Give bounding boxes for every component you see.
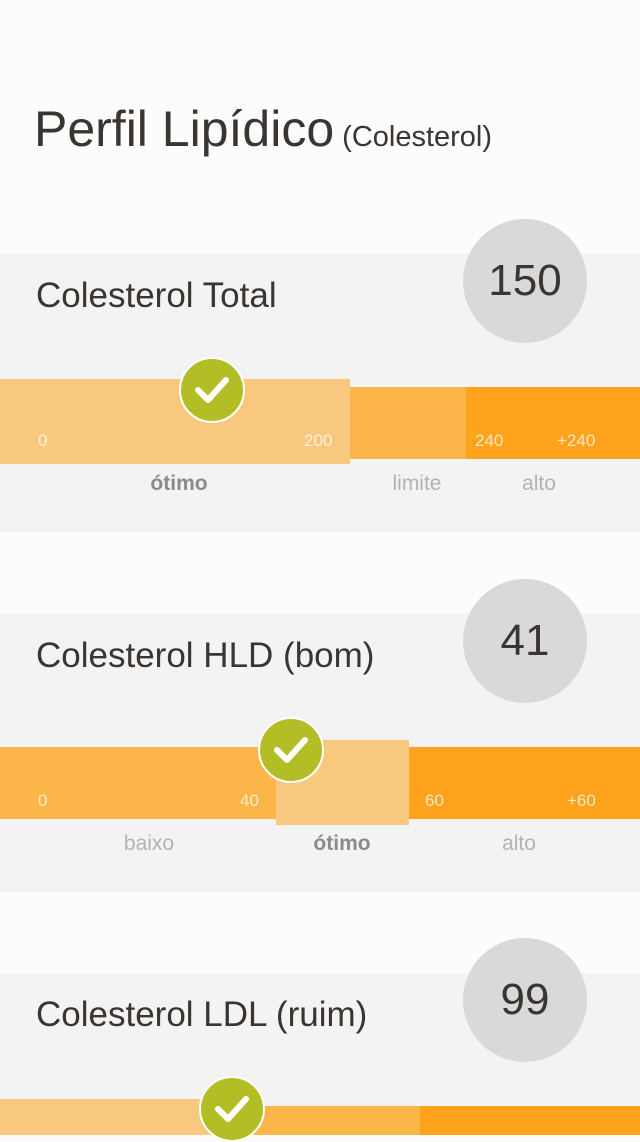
card-label: Colesterol Total [36,276,277,315]
tick-label: +240 [557,431,596,450]
range-segment-borderline [350,387,466,459]
tick-label: 60 [425,791,444,810]
zone-label: baixo [123,832,175,855]
check-icon [179,357,245,423]
tick-label: 0 [38,431,48,450]
value-circle: 99 [463,938,587,1062]
zone-label: alto [522,472,556,495]
page-title: Perfil Lipídico (Colesterol) [34,100,492,158]
zone-label-active: ótimo [313,832,371,855]
value-circle: 41 [463,579,587,703]
tick-label: +60 [567,791,596,810]
zone-label-active: ótimo [150,472,208,495]
tick-label: 200 [304,431,333,450]
tick-label: 40 [240,791,259,810]
range-segment-optimal [0,379,350,464]
value-circle: 150 [463,219,587,343]
range-segment-optimal [0,1099,232,1135]
page-title-subtitle: (Colesterol) [342,121,493,153]
tick-label: 0 [38,791,48,810]
range-segment-high [420,1106,640,1135]
tick-label: 240 [475,431,504,450]
check-icon [199,1076,265,1142]
zone-label: alto [502,832,536,855]
card-label: Colesterol LDL (ruim) [36,995,368,1034]
zone-label: limite [392,472,442,495]
check-icon [258,717,324,783]
card-label: Colesterol HLD (bom) [36,636,375,675]
page-title-main: Perfil Lipídico [34,101,335,157]
